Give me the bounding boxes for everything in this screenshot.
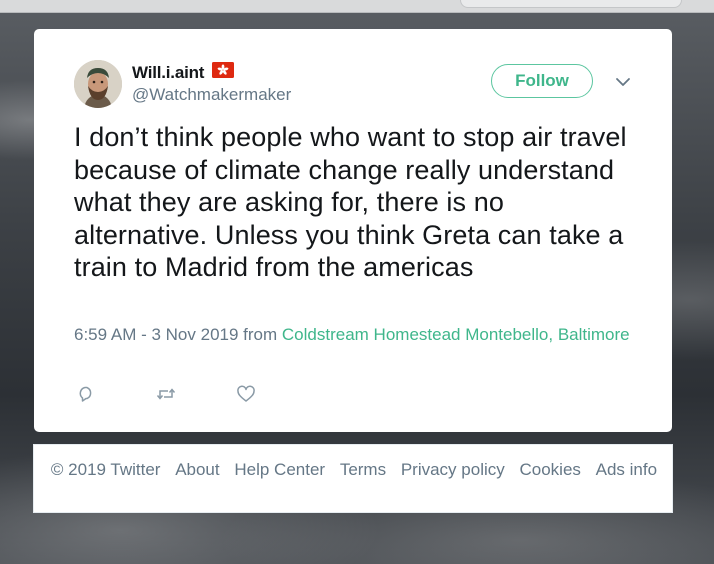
from-label: from: [243, 325, 278, 344]
display-name[interactable]: Will.i.aint: [132, 63, 204, 83]
address-bar[interactable]: [460, 0, 682, 8]
footer-link-cookies[interactable]: Cookies: [519, 460, 580, 479]
reply-icon[interactable]: [76, 385, 96, 403]
avatar[interactable]: [74, 60, 122, 108]
tweet-card: Will.i.aint @Watchmakermaker Follow I do…: [34, 29, 672, 432]
tweet-text: I don’t think people who want to stop ai…: [74, 122, 627, 282]
footer-link-terms[interactable]: Terms: [340, 460, 386, 479]
footer-link-ads-info[interactable]: Ads info: [596, 460, 657, 479]
hong-kong-flag-icon: [212, 62, 234, 78]
chevron-down-icon[interactable]: [615, 75, 631, 87]
user-handle[interactable]: @Watchmakermaker: [132, 85, 291, 105]
footer-links: © 2019 Twitter About Help Center Terms P…: [34, 461, 674, 479]
footer-link-about[interactable]: About: [175, 460, 219, 479]
tweet-meta: 6:59 AM - 3 Nov 2019 from Coldstream Hom…: [74, 323, 634, 347]
tweet-timestamp[interactable]: 6:59 AM - 3 Nov 2019: [74, 325, 238, 344]
tweet-actions: [74, 385, 314, 405]
footer: © 2019 Twitter About Help Center Terms P…: [33, 444, 673, 513]
heart-icon[interactable]: [236, 385, 256, 403]
retweet-icon[interactable]: [156, 385, 176, 403]
copyright-text: © 2019 Twitter: [50, 460, 161, 479]
tweet-location-link[interactable]: Coldstream Homestead Montebello, Baltimo…: [282, 325, 630, 344]
footer-link-privacy-policy[interactable]: Privacy policy: [401, 460, 505, 479]
footer-link-help-center[interactable]: Help Center: [234, 460, 325, 479]
follow-button[interactable]: Follow: [491, 64, 593, 98]
browser-top-strip: [0, 0, 714, 13]
